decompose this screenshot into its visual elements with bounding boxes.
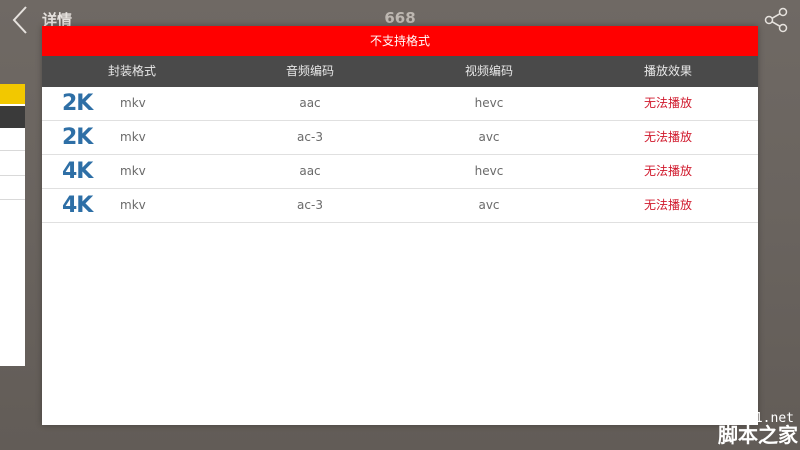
table-row: 4K mkv ac-3 avc 无法播放: [42, 189, 758, 223]
container-value: mkv: [120, 164, 146, 178]
table-header: 封装格式 音频编码 视频编码 播放效果: [42, 56, 758, 87]
resolution-badge: 4K: [62, 159, 93, 184]
audio-value: aac: [299, 96, 321, 110]
container-value: mkv: [120, 198, 146, 212]
playback-status: 无法播放: [643, 198, 692, 212]
resolution-badge: 2K: [62, 125, 93, 150]
watermark-name: 脚本之家: [718, 423, 798, 447]
audio-value: ac-3: [297, 198, 323, 212]
playback-status: 无法播放: [643, 96, 692, 110]
divider: [0, 175, 25, 176]
unsupported-format-dialog: 不支持格式 封装格式 音频编码 视频编码 播放效果 2K mkv aac hev…: [42, 26, 758, 425]
column-header-video: 视频编码: [464, 64, 513, 78]
column-header-container: 封装格式: [107, 64, 156, 78]
share-icon[interactable]: [762, 6, 790, 34]
resolution-badge: 2K: [62, 91, 93, 116]
video-value: avc: [478, 130, 500, 144]
watermark: jb51.net 脚本之家: [670, 395, 800, 450]
resolution-badge: 4K: [62, 193, 93, 218]
container-value: mkv: [120, 96, 146, 110]
video-value: avc: [478, 198, 500, 212]
column-header-result: 播放效果: [643, 64, 692, 78]
audio-value: ac-3: [297, 130, 323, 144]
column-header-audio: 音频编码: [285, 64, 334, 78]
video-value: hevc: [474, 96, 504, 110]
table-row: 4K mkv aac hevc 无法播放: [42, 155, 758, 189]
table-row: 2K mkv ac-3 avc 无法播放: [42, 121, 758, 155]
item-count: 668: [384, 9, 416, 27]
playback-status: 无法播放: [643, 164, 692, 178]
playback-status: 无法播放: [643, 130, 692, 144]
background-tab: [0, 106, 25, 128]
divider: [0, 199, 25, 200]
background-tab-active: [0, 84, 25, 104]
dialog-title: 不支持格式: [42, 26, 758, 56]
audio-value: aac: [299, 164, 321, 178]
divider: [0, 150, 25, 151]
table-row: 2K mkv aac hevc 无法播放: [42, 87, 758, 121]
video-value: hevc: [474, 164, 504, 178]
container-value: mkv: [120, 130, 146, 144]
